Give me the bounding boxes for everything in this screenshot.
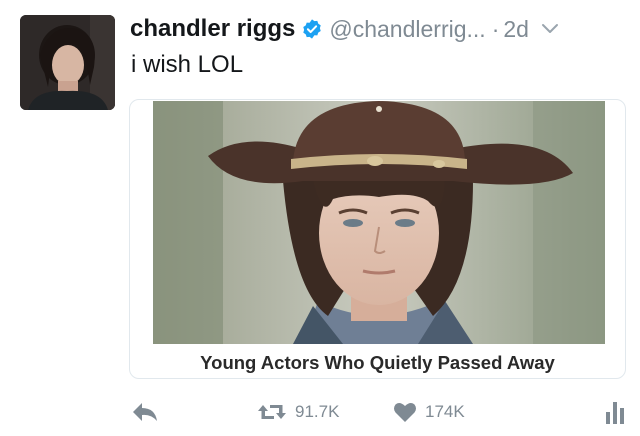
timestamp[interactable]: 2d [503,16,529,43]
user-handle[interactable]: @chandlerrig... [329,16,485,43]
tweet-actions: 91.7K 174K [0,392,640,432]
analytics-button[interactable] [604,392,626,432]
display-name[interactable]: chandler riggs [130,15,295,43]
reply-button[interactable] [131,392,159,432]
like-button[interactable]: 174K [393,392,465,432]
like-count: 174K [425,402,465,421]
bar-chart-icon [606,402,624,424]
chevron-down-icon[interactable] [541,23,559,35]
retweet-count: 91.7K [295,402,340,421]
retweet-button[interactable]: 91.7K [257,392,339,432]
tweet-header: chandler riggs @chandlerrig... · 2d [130,11,630,47]
tweet-text: i wish LOL [131,51,244,78]
avatar-image [20,15,115,110]
verified-badge-icon [303,19,322,39]
card-title: Young Actors Who Quietly Passed Away [200,352,555,373]
link-card[interactable]: Young Actors Who Quietly Passed Away [129,99,626,379]
card-image [153,101,605,344]
heart-icon [394,403,416,422]
separator-dot: · [491,15,500,42]
avatar[interactable] [20,15,115,110]
retweet-icon [258,405,286,419]
reply-icon [133,403,157,421]
